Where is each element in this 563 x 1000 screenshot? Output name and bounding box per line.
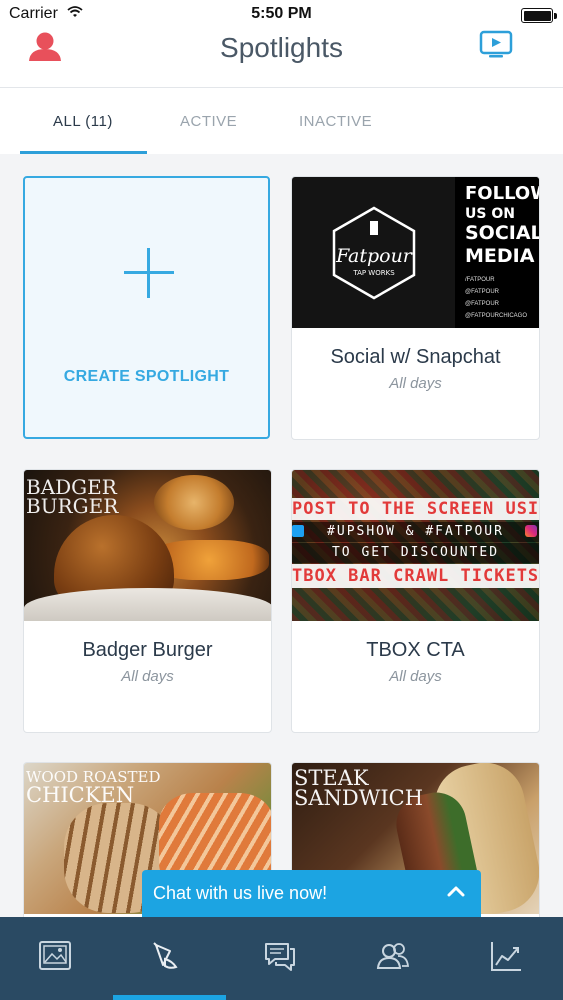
follow-line: MEDIA <box>465 245 535 267</box>
logo-subtext: TAP WORKS <box>352 269 395 277</box>
follow-line: FOLLOW <box>465 183 539 204</box>
facebook-handle: /FATPOUR <box>465 277 495 283</box>
tab-people[interactable] <box>338 917 450 1000</box>
caption-line: BURGER <box>26 494 119 518</box>
active-tab-indicator <box>20 151 147 154</box>
chevron-up-icon[interactable] <box>447 884 465 898</box>
active-tab-indicator <box>113 995 226 1000</box>
tab-analytics[interactable] <box>451 917 563 1000</box>
tab-all[interactable]: ALL (11) <box>53 113 113 130</box>
status-time: 5:50 PM <box>251 5 312 22</box>
tv-play-icon[interactable] <box>479 30 513 60</box>
caption-line: CHICKEN <box>26 783 135 807</box>
tab-inactive[interactable]: INACTIVE <box>299 113 372 130</box>
spotlight-days: All days <box>121 668 174 685</box>
logo-text: Fatpour <box>335 245 414 267</box>
spotlight-card[interactable]: BADGER BURGER Badger Burger All days <box>23 469 272 733</box>
spotlight-name: TBOX CTA <box>366 639 465 661</box>
spotlight-days: All days <box>389 668 442 685</box>
spotlight-thumbnail: BADGER BURGER <box>24 470 271 621</box>
image-icon <box>39 941 71 970</box>
promo-line: POST TO THE SCREEN USING <box>292 498 539 520</box>
twitter-icon <box>292 525 304 537</box>
spotlight-card[interactable]: POST TO THE SCREEN USING #UPSHOW & #FATP… <box>291 469 540 733</box>
thumbnail-caption: BADGER BURGER <box>26 477 119 518</box>
tab-messages[interactable] <box>225 917 337 1000</box>
twitter-handle: @FATPOUR <box>465 289 499 295</box>
create-spotlight-card[interactable]: CREATE SPOTLIGHT <box>23 176 270 439</box>
instagram-handle: @FATPOUR <box>465 301 499 307</box>
thumbnail-caption: STEAK SANDWICH <box>294 768 424 810</box>
spotlight-card[interactable]: Fatpour TAP WORKS FOLLOW US ON SOCIAL ME… <box>291 176 540 440</box>
tab-spotlights[interactable] <box>112 917 224 1000</box>
spotlight-thumbnail: Fatpour TAP WORKS FOLLOW US ON SOCIAL ME… <box>292 177 539 328</box>
nav-bar: Spotlights <box>0 30 563 88</box>
people-icon <box>376 943 409 969</box>
spotlight-thumbnail: POST TO THE SCREEN USING #UPSHOW & #FATP… <box>292 470 539 621</box>
tab-media[interactable] <box>0 917 112 1000</box>
spotlight-icon <box>153 942 178 969</box>
chat-icon <box>265 943 295 971</box>
filter-tabs: ALL (11) ACTIVE INACTIVE <box>0 88 563 154</box>
bottom-tab-bar <box>0 917 563 1000</box>
spotlight-name: Social w/ Snapchat <box>330 346 501 368</box>
plus-icon <box>124 248 174 298</box>
caption-line: SANDWICH <box>294 786 424 810</box>
follow-line: US ON <box>465 206 515 222</box>
spotlight-days: All days <box>389 375 442 392</box>
snapchat-handle: @FATPOURCHICAGO <box>465 313 527 319</box>
create-spotlight-label: CREATE SPOTLIGHT <box>63 368 230 385</box>
chart-icon <box>491 942 521 971</box>
food-photo <box>154 475 234 530</box>
instagram-icon <box>525 525 537 537</box>
battery-icon <box>521 8 557 23</box>
food-photo <box>24 588 271 621</box>
follow-line: SOCIAL <box>465 222 539 244</box>
live-chat-banner[interactable]: Chat with us live now! <box>142 870 481 917</box>
fatpour-logo-icon: Fatpour TAP WORKS <box>332 206 416 300</box>
follow-panel: FOLLOW US ON SOCIAL MEDIA /FATPOUR @FATP… <box>455 177 539 328</box>
promo-line: TO GET DISCOUNTED <box>292 543 539 563</box>
promo-line: #UPSHOW & #FATPOUR <box>292 522 539 542</box>
promo-line: TBOX BAR CRAWL TICKETS <box>292 564 539 588</box>
thumbnail-caption: WOOD ROASTED CHICKEN <box>26 768 161 806</box>
tab-active[interactable]: ACTIVE <box>180 113 237 130</box>
spotlight-name: Badger Burger <box>82 639 213 661</box>
status-bar: Carrier 5:50 PM <box>0 0 563 30</box>
live-chat-label: Chat with us live now! <box>153 883 328 903</box>
